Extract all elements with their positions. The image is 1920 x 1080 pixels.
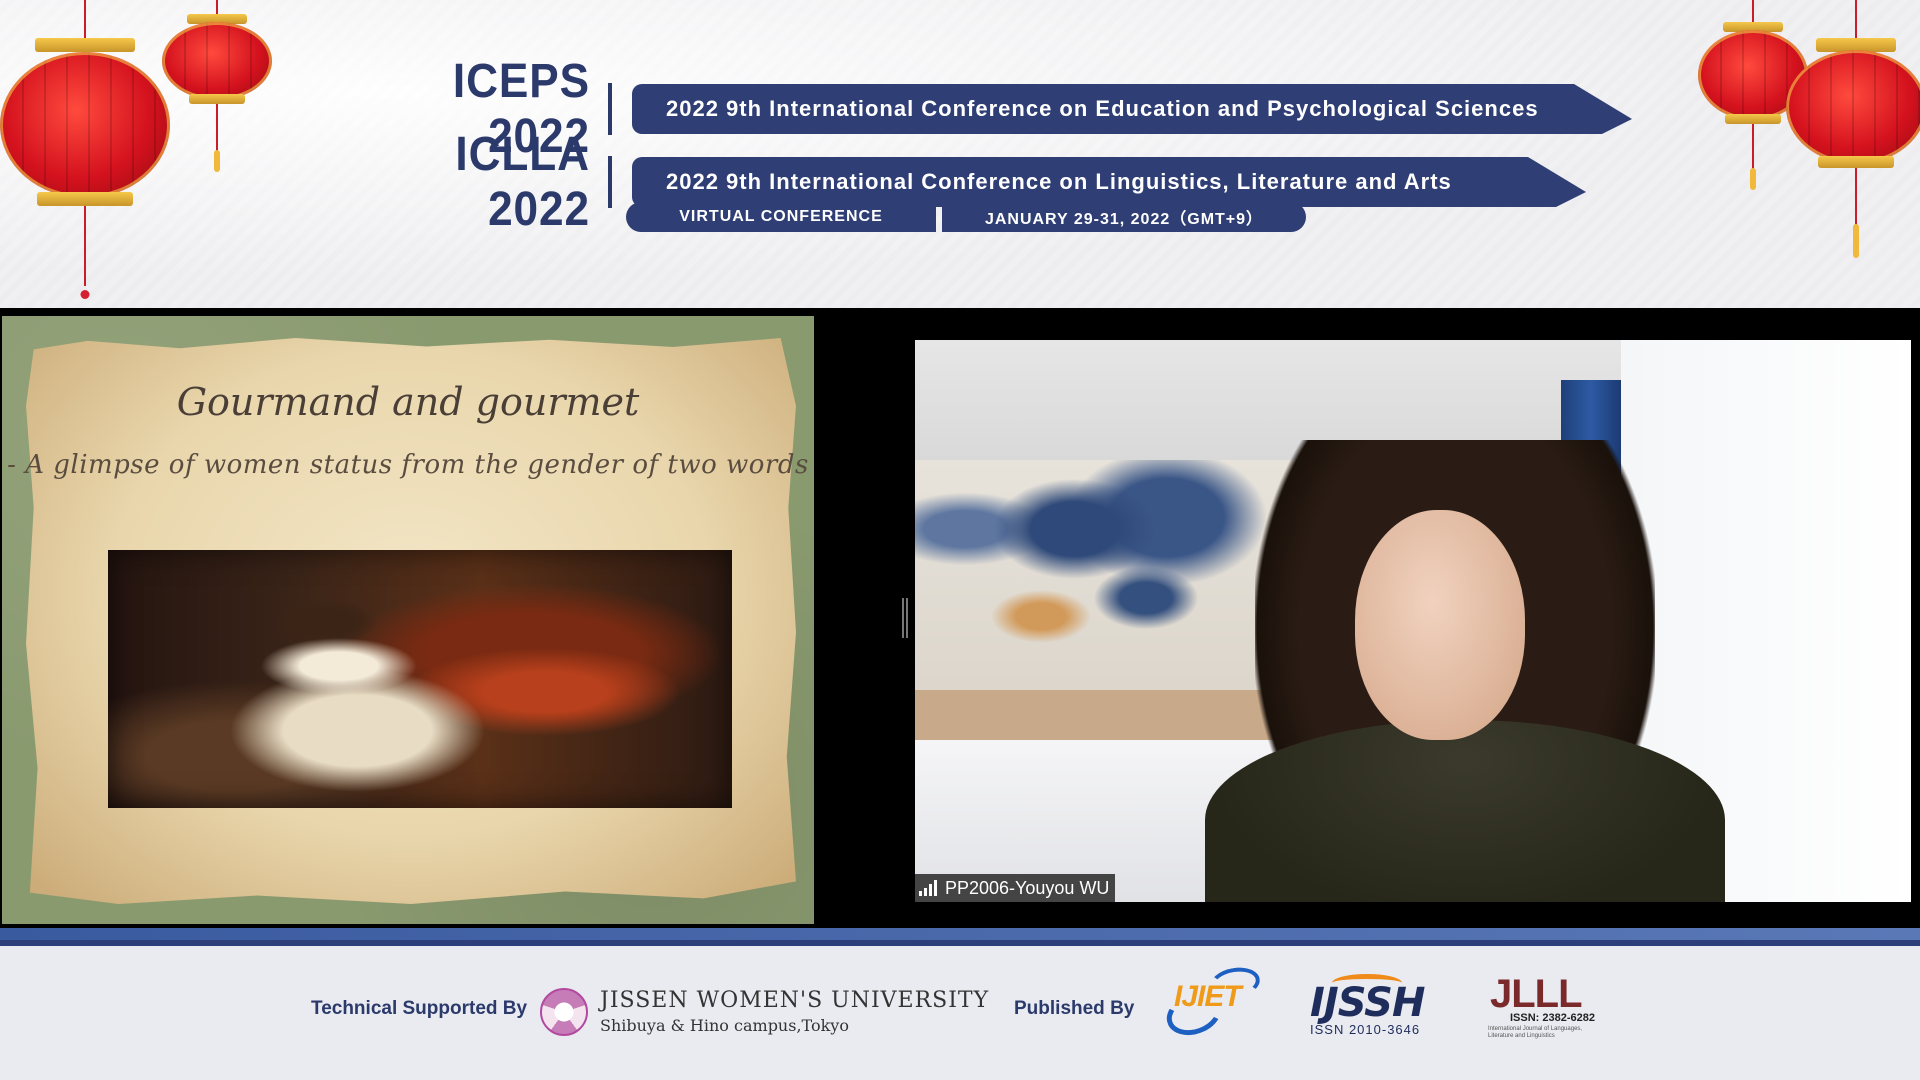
slide-title: Gourmand and gourmet <box>176 380 640 424</box>
university-campus: Shibuya & Hino campus,Tokyo <box>600 1016 849 1035</box>
meeting-stage: Gourmand and gourmet - A glimpse of wome… <box>0 308 1920 928</box>
format-badge: VIRTUAL CONFERENCE <box>626 202 936 232</box>
participant-figure <box>1355 510 1525 740</box>
ijssh-logo: IJSSH ISSN 2010-3646 <box>1310 974 1425 1037</box>
ijlll-subtitle: International Journal of Languages, Lite… <box>1488 1026 1583 1039</box>
ijlll-issn: ISSN: 2382-6282 <box>1510 1012 1595 1024</box>
slide-painting-image <box>108 550 732 808</box>
signal-bars-icon <box>919 880 937 896</box>
dates-badge: JANUARY 29-31, 2022（GMT+9） <box>942 202 1306 232</box>
university-name: JISSEN WOMEN'S UNIVERSITY <box>600 988 990 1013</box>
lantern-decoration <box>1786 0 1920 270</box>
footer-accent-bar <box>0 928 1920 940</box>
lantern-decoration <box>162 0 272 190</box>
divider <box>608 156 612 208</box>
ijiet-logo: IJIET <box>1160 963 1270 1052</box>
ijlll-logo: JLLL ISSN: 2382-6282 International Journ… <box>1488 972 1604 1046</box>
conference-banner: ICEPS 2022 2022 9th International Confer… <box>0 0 1920 308</box>
published-by-label: Published By <box>1014 998 1135 1019</box>
logo-arc <box>1332 974 1402 992</box>
split-resize-handle[interactable] <box>902 598 908 638</box>
sponsor-footer: Technical Supported By JISSEN WOMEN'S UN… <box>0 946 1920 1080</box>
shared-screen[interactable]: Gourmand and gourmet - A glimpse of wome… <box>2 316 814 924</box>
conference-title-pill: 2022 9th International Conference on Lin… <box>632 157 1586 207</box>
participant-video-tile[interactable]: PP2006-Youyou WU <box>915 340 1911 902</box>
ijssh-issn: ISSN 2010-3646 <box>1310 1022 1421 1037</box>
lantern-decoration <box>0 0 170 308</box>
conference-acronym: ICLLA 2022 <box>455 128 590 236</box>
ijlll-logo-mark: JLLL <box>1490 972 1583 1016</box>
supported-by-label: Technical Supported By <box>311 998 528 1019</box>
participant-name-tag: PP2006-Youyou WU <box>915 874 1116 902</box>
participant-name: PP2006-Youyou WU <box>945 877 1110 898</box>
university-emblem-icon <box>540 988 588 1036</box>
slide-subtitle: - A glimpse of women status from the gen… <box>7 450 809 480</box>
